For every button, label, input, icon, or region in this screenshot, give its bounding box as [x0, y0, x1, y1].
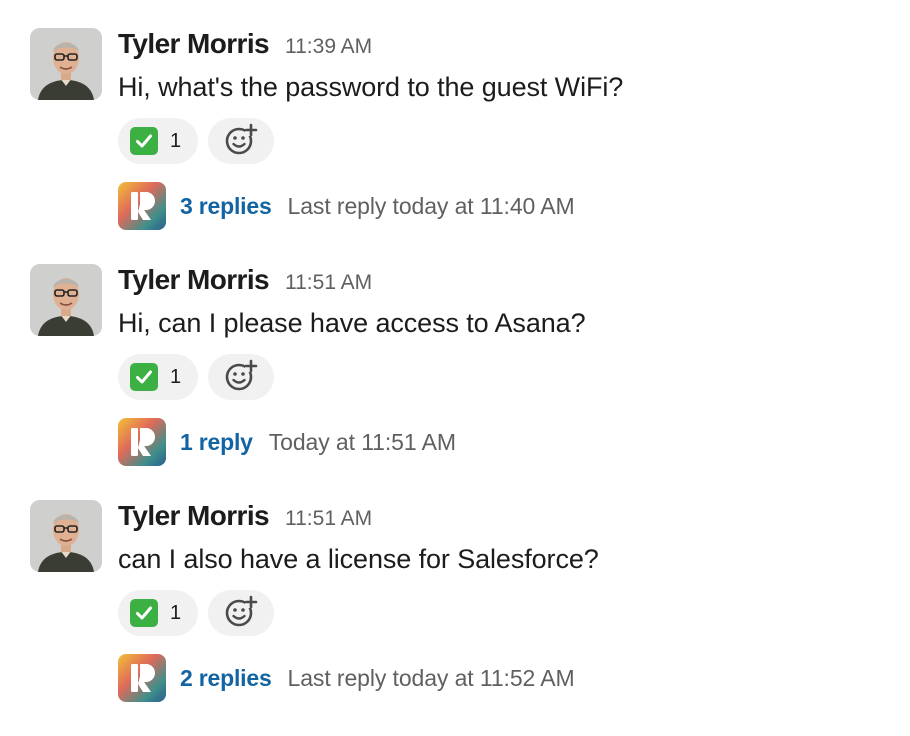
reactions-bar: 1: [118, 590, 274, 636]
message-text: Hi, can I please have access to Asana?: [118, 308, 586, 338]
reactions-bar: 1: [118, 354, 274, 400]
app-avatar-icon: [118, 418, 166, 466]
last-reply-time: Last reply today at 11:40 AM: [287, 192, 575, 219]
reaction-pill[interactable]: 1: [118, 590, 198, 636]
add-reaction-button[interactable]: [208, 118, 274, 164]
reaction-count: 1: [170, 129, 182, 152]
avatar[interactable]: [30, 500, 102, 572]
author-name[interactable]: Tyler Morris: [118, 264, 270, 296]
add-reaction-button[interactable]: [208, 354, 274, 400]
white-check-mark-emoji: [130, 599, 158, 627]
message-timestamp[interactable]: 11:51 AM: [285, 507, 372, 531]
message-item: Tyler Morris 11:39 AM Hi, what's the pas…: [0, 28, 910, 264]
reaction-count: 1: [170, 365, 182, 388]
replies-link[interactable]: 3 replies: [180, 193, 272, 220]
replies-link[interactable]: 1 reply: [180, 429, 253, 456]
thread-summary[interactable]: 1 reply Today at 11:51 AM: [118, 418, 456, 466]
message-text: Hi, what's the password to the guest WiF…: [118, 72, 624, 102]
replies-link[interactable]: 2 replies: [180, 665, 272, 692]
add-reaction-icon: [223, 593, 259, 634]
message-header: Tyler Morris 11:39 AM: [118, 28, 372, 62]
reaction-pill[interactable]: 1: [118, 118, 198, 164]
reaction-count: 1: [170, 601, 182, 624]
message-timestamp[interactable]: 11:39 AM: [285, 35, 372, 59]
app-avatar-icon: [118, 654, 166, 702]
last-reply-time: Last reply today at 11:52 AM: [287, 664, 575, 691]
white-check-mark-emoji: [130, 363, 158, 391]
add-reaction-button[interactable]: [208, 590, 274, 636]
author-name[interactable]: Tyler Morris: [118, 500, 270, 532]
avatar[interactable]: [30, 264, 102, 336]
reaction-pill[interactable]: 1: [118, 354, 198, 400]
avatar[interactable]: [30, 28, 102, 100]
thread-summary[interactable]: 2 replies Last reply today at 11:52 AM: [118, 654, 575, 702]
message-item: Tyler Morris 11:51 AM Hi, can I please h…: [0, 264, 910, 500]
add-reaction-icon: [223, 357, 259, 398]
white-check-mark-emoji: [130, 127, 158, 155]
message-text: can I also have a license for Salesforce…: [118, 544, 599, 574]
reactions-bar: 1: [118, 118, 274, 164]
message-item: Tyler Morris 11:51 AM can I also have a …: [0, 500, 910, 736]
last-reply-time: Today at 11:51 AM: [268, 428, 456, 455]
author-name[interactable]: Tyler Morris: [118, 28, 270, 60]
thread-summary[interactable]: 3 replies Last reply today at 11:40 AM: [118, 182, 575, 230]
message-header: Tyler Morris 11:51 AM: [118, 264, 372, 298]
app-avatar-icon: [118, 182, 166, 230]
message-header: Tyler Morris 11:51 AM: [118, 500, 372, 534]
add-reaction-icon: [223, 121, 259, 162]
message-timestamp[interactable]: 11:51 AM: [285, 271, 372, 295]
